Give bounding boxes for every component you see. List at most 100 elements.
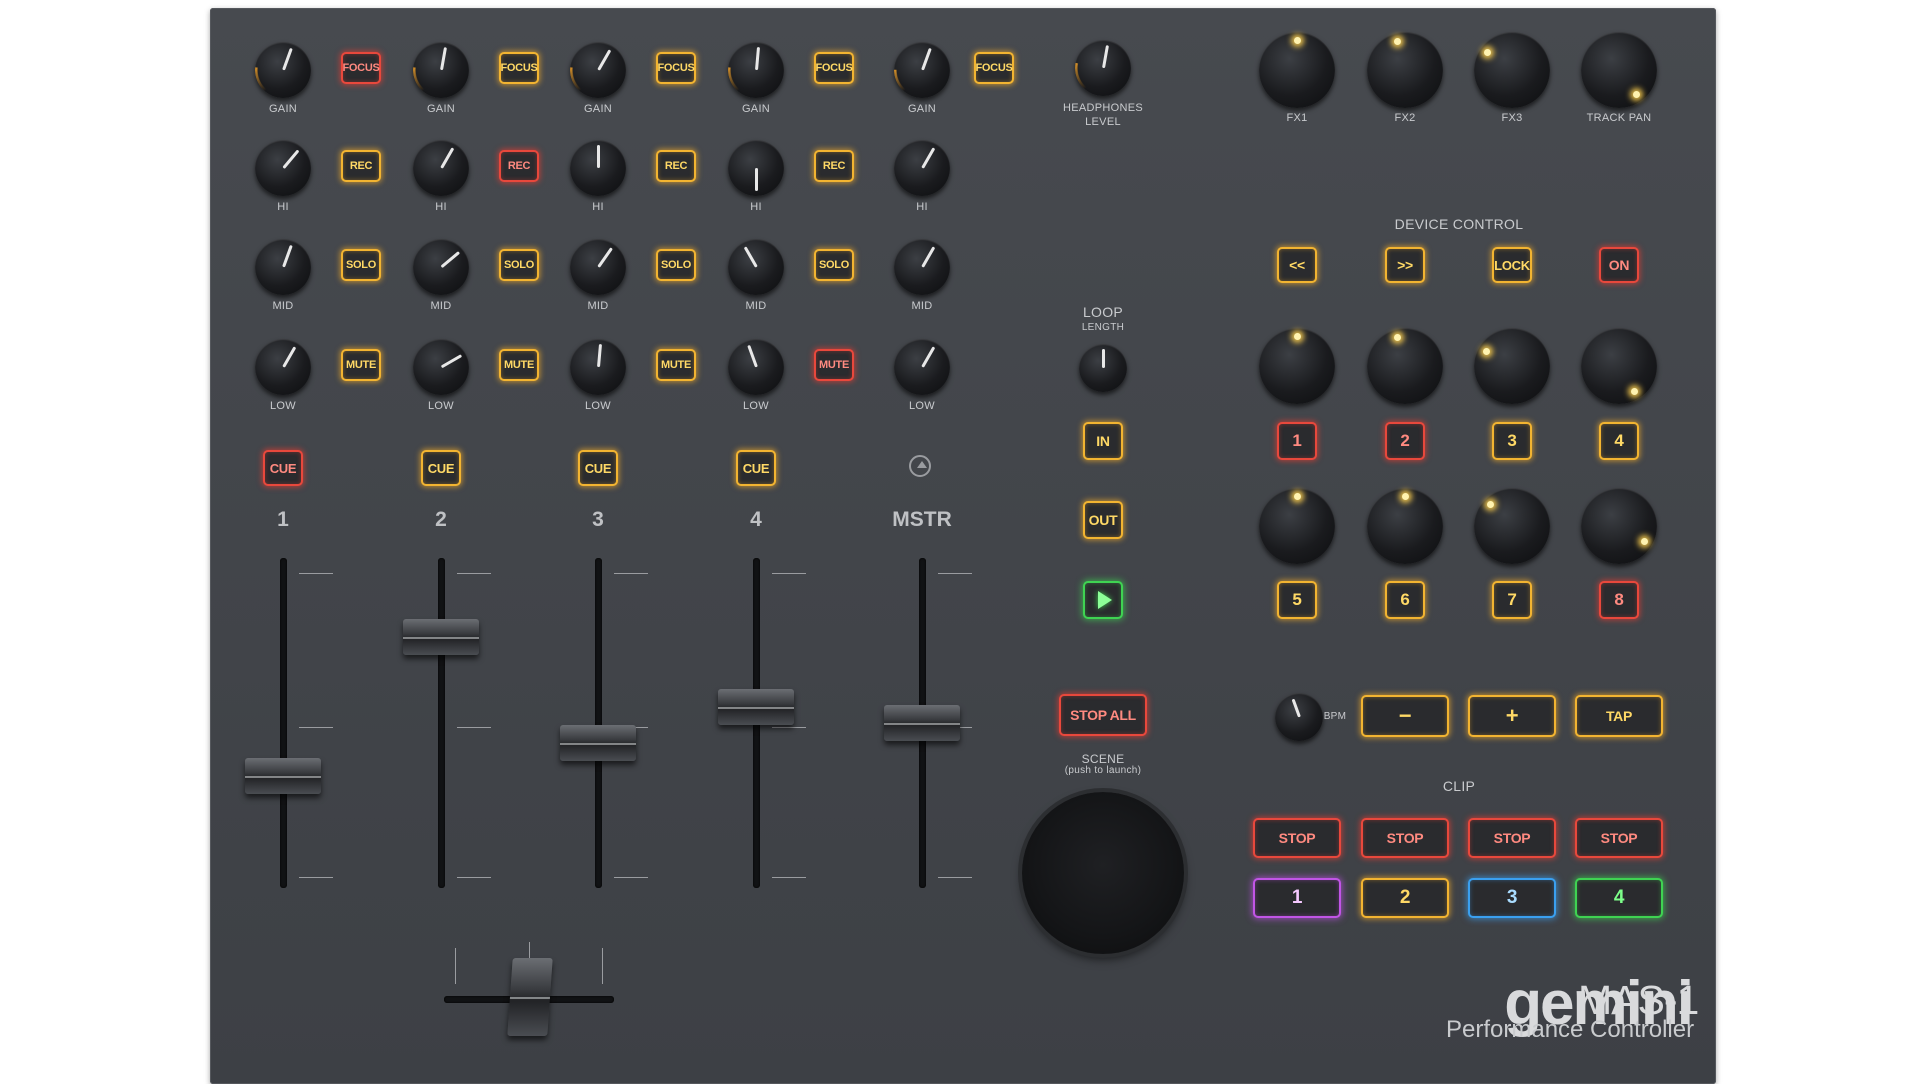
- ch2-low-knob[interactable]: [413, 339, 469, 395]
- ch2-gain-knob[interactable]: [413, 42, 469, 98]
- ch4-fader-cap[interactable]: [718, 688, 794, 725]
- master-hi-knob-pointer: [920, 147, 935, 169]
- ch2-gain-label: GAIN: [426, 103, 456, 115]
- master-mid-knob[interactable]: [894, 239, 950, 295]
- loop-out-button[interactable]: OUT: [1083, 501, 1123, 539]
- ch1-focus-button[interactable]: FOCUS: [341, 52, 381, 84]
- fx-knob-3[interactable]: [1474, 32, 1550, 108]
- ch3-gain-label: GAIN: [583, 103, 613, 115]
- ch4-focus-button[interactable]: FOCUS: [814, 52, 854, 84]
- ch1-rec-button[interactable]: REC: [341, 150, 381, 182]
- device-knob-7[interactable]: [1474, 488, 1550, 564]
- ch3-hi-knob[interactable]: [570, 140, 626, 196]
- ch2-cue-button[interactable]: CUE: [421, 450, 461, 486]
- tap-tempo-button[interactable]: TAP: [1575, 695, 1663, 737]
- headphones-label-line1: HEADPHONES: [1062, 102, 1144, 114]
- ch4-hi-knob[interactable]: [728, 140, 784, 196]
- ch1-fader-cap[interactable]: [245, 757, 321, 794]
- ch2-mid-label: MID: [430, 300, 452, 312]
- fx-knob-2[interactable]: [1367, 32, 1443, 108]
- master-fader-cap[interactable]: [884, 705, 960, 741]
- ch1-mute-button[interactable]: MUTE: [341, 349, 381, 381]
- loop-length-knob[interactable]: [1079, 344, 1127, 392]
- bpm-plus-button[interactable]: +: [1468, 695, 1556, 737]
- clip-stop-button-1[interactable]: STOP: [1253, 818, 1341, 858]
- ch3-fader-tick: [614, 877, 648, 878]
- ch2-focus-button[interactable]: FOCUS: [499, 52, 539, 84]
- ch2-fader-cap[interactable]: [403, 619, 479, 656]
- ch3-cue-button[interactable]: CUE: [578, 450, 618, 486]
- device-button-4[interactable]: 4: [1599, 422, 1639, 460]
- ch4-mute-button[interactable]: MUTE: [814, 349, 854, 381]
- device-knob-4[interactable]: [1581, 328, 1657, 404]
- ch2-solo-button[interactable]: SOLO: [499, 249, 539, 281]
- ch3-low-knob[interactable]: [570, 339, 626, 395]
- master-gain-knob[interactable]: [894, 42, 950, 98]
- clip-stop-button-3[interactable]: STOP: [1468, 818, 1556, 858]
- ch1-fader-tick: [299, 573, 333, 574]
- clip-stop-button-2[interactable]: STOP: [1361, 818, 1449, 858]
- device-next-button[interactable]: >>: [1385, 247, 1425, 283]
- ch3-focus-button[interactable]: FOCUS: [656, 52, 696, 84]
- master-low-knob[interactable]: [894, 339, 950, 395]
- clip-launch-button-3[interactable]: 3: [1468, 878, 1556, 918]
- ch3-gain-knob[interactable]: [570, 42, 626, 98]
- ch3-fader-tick: [614, 573, 648, 574]
- ch2-hi-knob[interactable]: [413, 140, 469, 196]
- device-button-6[interactable]: 6: [1385, 581, 1425, 619]
- product-subtitle: Performance Controller: [1446, 1016, 1695, 1043]
- device-button-1[interactable]: 1: [1277, 422, 1317, 460]
- master-low-knob-pointer: [920, 346, 935, 368]
- clip-launch-button-4[interactable]: 4: [1575, 878, 1663, 918]
- ch3-fader-cap[interactable]: [560, 724, 636, 761]
- headphones-level-knob[interactable]: [1075, 40, 1131, 96]
- ch4-low-label: LOW: [743, 400, 769, 412]
- ch3-mid-knob[interactable]: [570, 239, 626, 295]
- device-prev-button[interactable]: <<: [1277, 247, 1317, 283]
- device-knob-8[interactable]: [1581, 488, 1657, 564]
- ch2-mid-knob[interactable]: [413, 239, 469, 295]
- clip-launch-button-2[interactable]: 2: [1361, 878, 1449, 918]
- master-hi-knob[interactable]: [894, 140, 950, 196]
- scene-encoder[interactable]: [1022, 792, 1184, 954]
- ch3-solo-button[interactable]: SOLO: [656, 249, 696, 281]
- ch4-fader-tick: [772, 573, 806, 574]
- ch1-mid-knob[interactable]: [255, 239, 311, 295]
- device-knob-2[interactable]: [1367, 328, 1443, 404]
- clip-launch-button-1[interactable]: 1: [1253, 878, 1341, 918]
- device-button-5[interactable]: 5: [1277, 581, 1317, 619]
- device-button-3[interactable]: 3: [1492, 422, 1532, 460]
- bpm-knob[interactable]: [1275, 693, 1323, 741]
- clip-stop-button-4[interactable]: STOP: [1575, 818, 1663, 858]
- device-on-button[interactable]: ON: [1599, 247, 1639, 283]
- ch3-rec-button[interactable]: REC: [656, 150, 696, 182]
- ch4-cue-button[interactable]: CUE: [736, 450, 776, 486]
- ch4-gain-knob[interactable]: [728, 42, 784, 98]
- ch1-hi-knob[interactable]: [255, 140, 311, 196]
- ch4-solo-button[interactable]: SOLO: [814, 249, 854, 281]
- ch1-low-knob[interactable]: [255, 339, 311, 395]
- loop-in-button[interactable]: IN: [1083, 422, 1123, 460]
- fx-knob-4[interactable]: [1581, 32, 1657, 108]
- bpm-minus-button[interactable]: −: [1361, 695, 1449, 737]
- loop-title: LOOP: [1082, 304, 1124, 320]
- ch1-gain-knob[interactable]: [255, 42, 311, 98]
- master-focus-button[interactable]: FOCUS: [974, 52, 1014, 84]
- device-button-7[interactable]: 7: [1492, 581, 1532, 619]
- ch1-cue-button[interactable]: CUE: [263, 450, 303, 486]
- ch3-mute-button[interactable]: MUTE: [656, 349, 696, 381]
- device-button-2[interactable]: 2: [1385, 422, 1425, 460]
- ch1-solo-button[interactable]: SOLO: [341, 249, 381, 281]
- ch4-rec-button[interactable]: REC: [814, 150, 854, 182]
- ch2-rec-button[interactable]: REC: [499, 150, 539, 182]
- ch2-mute-button[interactable]: MUTE: [499, 349, 539, 381]
- ch4-mid-knob[interactable]: [728, 239, 784, 295]
- device-button-8[interactable]: 8: [1599, 581, 1639, 619]
- channel-3-number: 3: [592, 508, 604, 531]
- crossfader-cap[interactable]: [507, 958, 553, 1036]
- device-lock-button[interactable]: LOCK: [1492, 247, 1532, 283]
- stop-all-button[interactable]: STOP ALL: [1059, 694, 1147, 736]
- play-button[interactable]: [1083, 581, 1123, 619]
- ch4-low-knob[interactable]: [728, 339, 784, 395]
- device-knob-3[interactable]: [1474, 328, 1550, 404]
